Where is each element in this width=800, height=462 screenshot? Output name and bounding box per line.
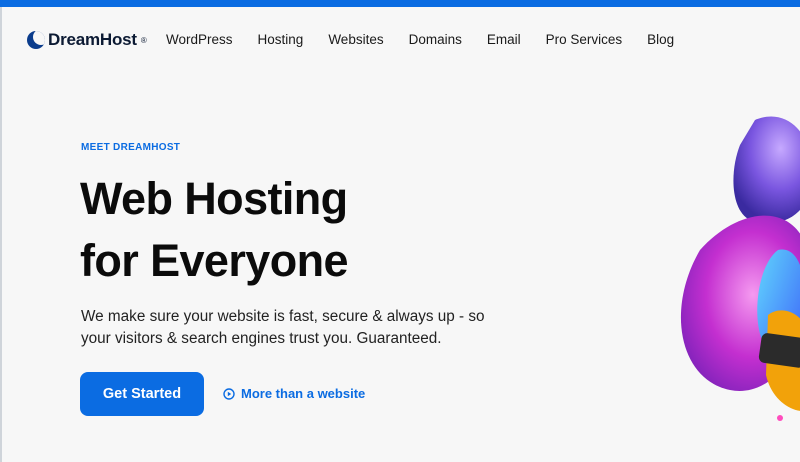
logo-text: DreamHost [48,30,137,49]
play-circle-icon [223,387,235,400]
hero-abstract-artwork [680,116,800,421]
main-nav: WordPress Hosting Websites Domains Email… [166,32,674,47]
nav-item-wordpress[interactable]: WordPress [166,32,233,47]
trademark-symbol: ® [140,35,147,45]
site-header: DreamHost ® WordPress Hosting Websites D… [0,7,800,71]
hero-eyebrow: MEET DREAMHOST [81,142,181,153]
top-accent-bar [0,0,800,7]
headline-line-1: Web Hosting [80,173,348,224]
headline-line-2: for Everyone [80,235,349,286]
more-than-a-website-link[interactable]: More than a website [223,386,365,401]
more-than-a-website-label: More than a website [241,386,366,401]
nav-item-websites[interactable]: Websites [328,32,383,47]
hero-headline: Web Hosting for Everyone [80,168,500,292]
dreamhost-moon-logo-icon [27,31,45,49]
nav-item-domains[interactable]: Domains [409,32,462,47]
nav-item-hosting[interactable]: Hosting [258,32,304,47]
subtext-line-1: We make sure your website is fast, secur… [81,308,485,325]
get-started-button[interactable]: Get Started [80,372,204,416]
hero-subtext: We make sure your website is fast, secur… [81,306,521,350]
nav-item-blog[interactable]: Blog [647,32,674,47]
dreamhost-logo[interactable]: DreamHost ® [27,30,147,50]
nav-item-email[interactable]: Email [487,32,521,47]
subtext-line-2: your visitors & search engines trust you… [81,330,442,347]
nav-item-pro-services[interactable]: Pro Services [546,32,623,47]
window-left-edge [0,7,2,462]
